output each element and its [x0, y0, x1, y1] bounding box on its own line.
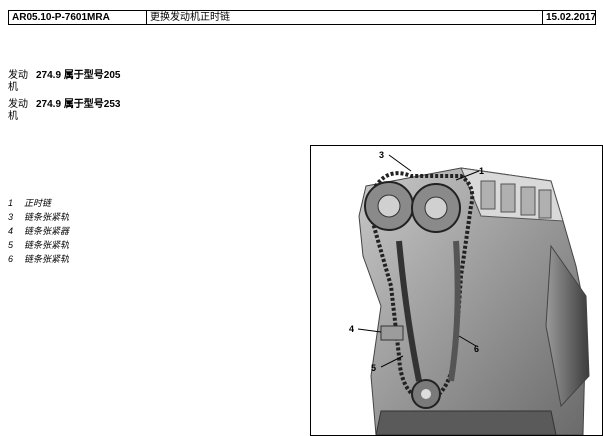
document-header: AR05.10-P-7601MRA 更换发动机正时链 15.02.2017: [8, 10, 596, 25]
legend-item: 1 正时链: [8, 198, 52, 208]
engine-model-text: 属于型号253: [63, 99, 121, 110]
callout-3: 3: [379, 150, 384, 160]
engine-applicability-2: 发动机 274.9 属于型号253: [8, 99, 121, 123]
legend-item: 3 链条张紧轨: [8, 212, 70, 222]
engine-label: 发动机: [8, 70, 28, 93]
engine-code: 274.9: [36, 70, 62, 81]
callout-5: 5: [371, 363, 376, 373]
figure-legend: 1 正时链 3 链条张紧轨 4 链条张紧器 5 链条张紧轨 6 链条张紧轨: [8, 196, 69, 266]
engine-code: 274.9: [36, 99, 62, 110]
callout-1: 1: [479, 166, 484, 176]
engine-illustration: 3 1 4 6 5: [310, 145, 603, 436]
engine-applicability-1: 发动机 274.9 属于型号205: [8, 70, 121, 94]
legend-item: 6 链条张紧轨: [8, 254, 70, 264]
engine-model-text: 属于型号205: [63, 70, 121, 81]
engine-label: 发动机: [8, 99, 28, 122]
legend-item: 4 链条张紧器: [8, 226, 70, 236]
document-date: 15.02.2017: [546, 12, 595, 23]
document-title: 更换发动机正时链: [147, 11, 543, 24]
legend-item: 5 链条张紧轨: [8, 240, 70, 250]
document-code: AR05.10-P-7601MRA: [9, 11, 147, 24]
callout-4: 4: [349, 324, 354, 334]
callout-6: 6: [474, 344, 479, 354]
